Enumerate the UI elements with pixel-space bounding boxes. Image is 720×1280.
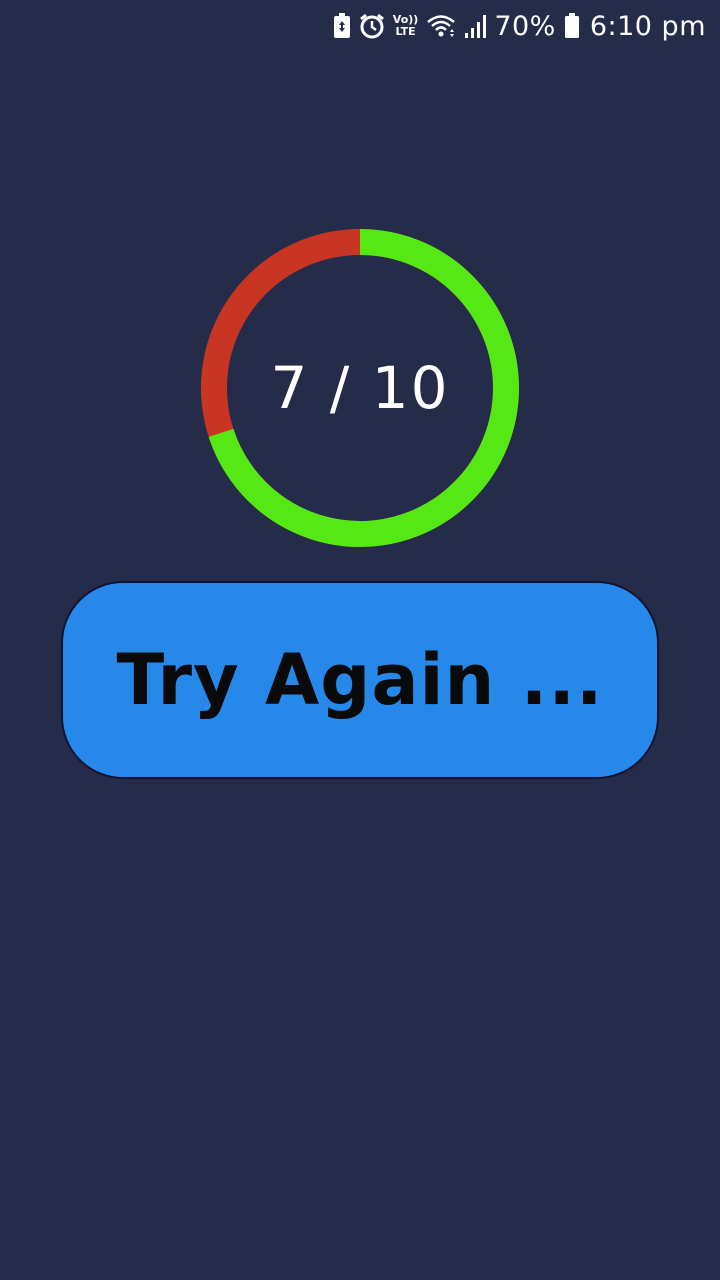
battery-icon [564,13,580,39]
try-again-button[interactable]: Try Again ... [61,581,659,779]
battery-percent: 70% [494,10,556,42]
quiz-result-screen: Vo)) LTE 70% 6:10 pm 7 / 10 Try Again ..… [0,0,720,1280]
status-icons: Vo)) LTE 70% 6:10 pm [333,8,706,44]
status-bar: Vo)) LTE 70% 6:10 pm [0,0,720,52]
wifi-icon [426,14,456,38]
signal-icon [464,13,487,39]
try-again-label: Try Again ... [116,639,604,721]
volte-bottom-label: LTE [395,25,416,38]
score-label: 7 / 10 [270,354,450,422]
clock: 6:10 pm [589,10,706,42]
score-ring: 7 / 10 [200,228,520,548]
battery-saver-icon [333,13,351,39]
alarm-icon [359,13,385,39]
volte-icon: Vo)) LTE [393,14,419,38]
